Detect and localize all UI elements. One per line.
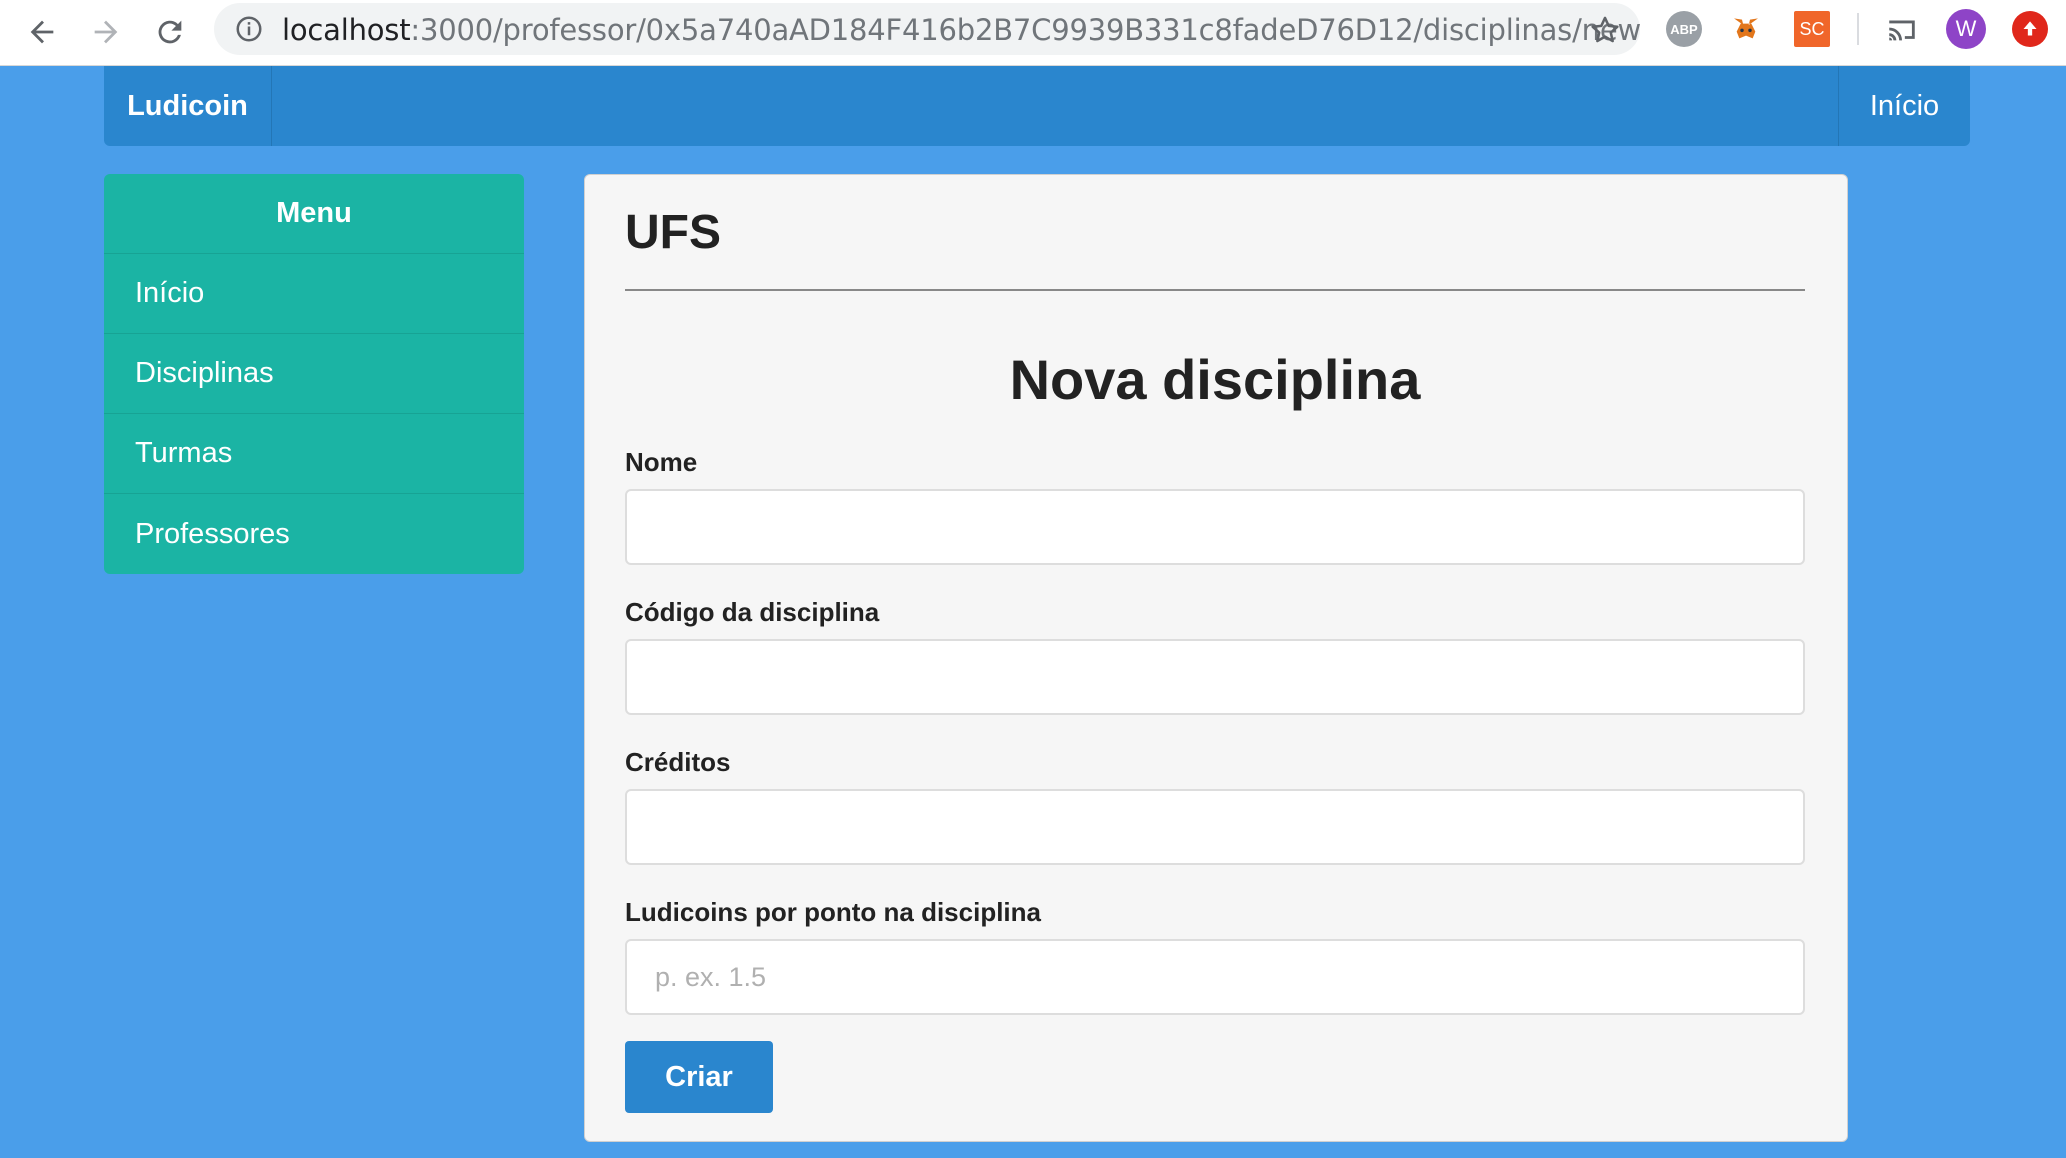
metamask-fox-icon[interactable]	[1728, 11, 1764, 47]
update-icon[interactable]	[2012, 11, 2048, 47]
divider	[625, 289, 1805, 291]
profile-avatar[interactable]: W	[1946, 9, 1986, 49]
main-panel: UFS Nova disciplina Nome Código da disci…	[584, 174, 1848, 1142]
reload-button[interactable]	[144, 6, 196, 58]
cast-icon[interactable]	[1884, 11, 1920, 47]
nome-input[interactable]	[625, 489, 1805, 565]
nome-label: Nome	[625, 447, 698, 477]
sc-label: SC	[1799, 18, 1825, 39]
nav-inicio-link[interactable]: Início	[1838, 66, 1970, 146]
url-text[interactable]: localhost:3000/professor/0x5a740aAD184F4…	[282, 13, 1641, 47]
codigo-input[interactable]	[625, 639, 1805, 715]
avatar-letter: W	[1955, 16, 1977, 41]
back-button[interactable]	[16, 6, 68, 58]
sidebar-item-turmas[interactable]: Turmas	[104, 414, 524, 494]
bookmark-star-icon[interactable]	[1588, 13, 1622, 47]
abp-label: ABP	[1670, 21, 1698, 37]
address-bar[interactable]: localhost:3000/professor/0x5a740aAD184F4…	[214, 3, 1641, 55]
info-icon[interactable]	[234, 14, 264, 44]
ludicoins-label: Ludicoins por ponto na disciplina	[625, 897, 1041, 927]
url-path: :3000/professor/0x5a740aAD184F416b2B7C99…	[410, 13, 1642, 47]
creditos-label: Créditos	[625, 747, 731, 777]
sidebar-item-professores[interactable]: Professores	[104, 494, 524, 574]
app-navbar: Ludicoin Início	[104, 66, 1970, 146]
forward-button[interactable]	[80, 6, 132, 58]
browser-toolbar: localhost:3000/professor/0x5a740aAD184F4…	[0, 0, 2066, 66]
criar-button[interactable]: Criar	[625, 1041, 773, 1113]
url-host: localhost	[282, 13, 411, 47]
reload-icon	[158, 20, 182, 44]
institution-title: UFS	[625, 206, 721, 259]
toolbar-divider	[1857, 13, 1859, 45]
codigo-label: Código da disciplina	[625, 597, 880, 627]
ludicoins-input[interactable]	[625, 939, 1805, 1015]
sc-extension-icon[interactable]: SC	[1794, 11, 1830, 47]
sidebar-item-disciplinas[interactable]: Disciplinas	[104, 334, 524, 414]
sidebar-menu: Menu Início Disciplinas Turmas Professor…	[104, 174, 524, 574]
creditos-input[interactable]	[625, 789, 1805, 865]
adblock-extension-icon[interactable]: ABP	[1666, 11, 1702, 47]
form-title: Nova disciplina	[1009, 348, 1421, 411]
sidebar-item-inicio[interactable]: Início	[104, 254, 524, 334]
forward-arrow-icon	[94, 20, 118, 44]
brand-link[interactable]: Ludicoin	[104, 66, 272, 146]
back-arrow-icon	[30, 20, 54, 44]
menu-header: Menu	[104, 174, 524, 254]
